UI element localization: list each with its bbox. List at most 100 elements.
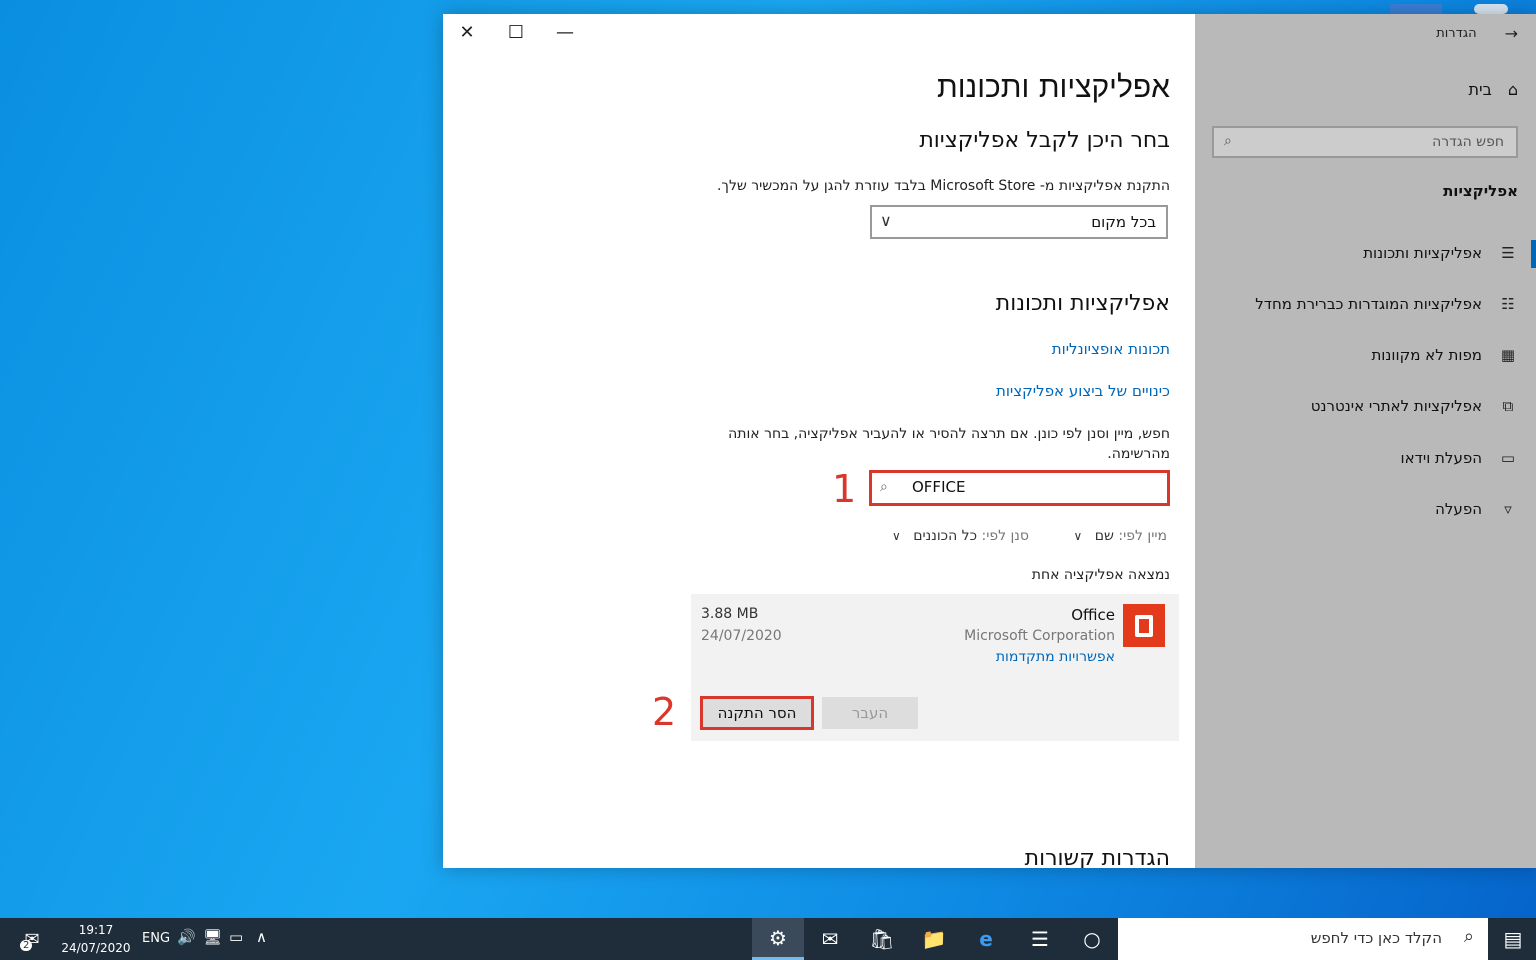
language-indicator[interactable]: ENG [142,931,170,946]
search-icon: ⌕ [1463,926,1474,947]
volume-icon[interactable]: 🔊 [177,928,196,946]
sidebar-item-default-apps[interactable]: ☷ אפליקציות המוגדרות כברירת מחדל [1255,295,1518,313]
nav-pane: → הגדרות ⌂ בית חפש הגדרה ⌕ אפליקציות ☰ א… [1195,14,1536,868]
default-apps-icon: ☷ [1501,295,1515,313]
minimize-button[interactable]: — [550,20,580,44]
folder-icon: 📁 [921,927,947,951]
home-icon: ⌂ [1507,80,1518,99]
results-count: נמצאה אפליקציה אחת [1031,567,1170,583]
desktop-window-edge [1474,4,1508,14]
app-publisher: Microsoft Corporation [964,628,1115,644]
taskbar-settings[interactable]: ⚙ [752,918,804,960]
battery-icon[interactable]: ▭ [229,928,243,946]
settings-label: הגדרות [1436,26,1477,41]
gear-icon: ⚙ [769,925,787,950]
cortana-icon: ○ [1083,927,1101,951]
app-name: Office [1071,606,1115,624]
taskbar-file-explorer[interactable]: 📁 [908,918,960,960]
search-icon: ⌕ [880,479,888,495]
mail-icon: ✉ [821,927,839,951]
settings-search-input[interactable]: חפש הגדרה ⌕ [1212,126,1518,158]
dropdown-value: בכל מקום [1091,213,1156,231]
chevron-down-icon: ∨ [1073,529,1083,543]
windows-icon: ▤ [1503,927,1523,951]
move-button[interactable]: העבר [822,697,918,729]
apps-list-icon: ☰ [1501,244,1515,262]
chevron-down-icon: ∨ [880,211,892,230]
choose-source-dropdown[interactable]: בכל מקום ∨ [870,205,1168,239]
taskbar-search-placeholder: הקלד כאן כדי לחפש [1310,929,1442,947]
app-search-input[interactable]: ⌕ OFFICE [869,470,1170,506]
task-view-button[interactable]: ☰ [1014,918,1066,960]
store-icon: 🛍 [869,927,895,951]
advanced-options-link[interactable]: אפשרויות מתקדמות [996,649,1115,665]
start-button[interactable]: ▤ [1490,918,1536,960]
choose-description: התקנת אפליקציות מ- Microsoft Store בלבד … [716,178,1170,194]
app-execution-aliases-link[interactable]: כינויים של ביצוע אפליקציות [996,382,1170,400]
search-description: חפש, מיין וסנן לפי כונן. אם תרצה להסיר א… [728,426,1170,462]
minimize-icon: — [556,21,574,43]
clock[interactable]: 19:17 24/07/2020 [56,921,136,957]
web-apps-icon: ⧉ [1502,397,1514,415]
related-settings-heading: הגדרות קשורות [1024,846,1170,868]
back-arrow-icon[interactable]: → [1505,24,1518,43]
filter-dropdown[interactable]: סנן לפי: כל הכוננים ∨ [892,528,1029,544]
sidebar-item-label: הפעלת וידאו [1400,449,1482,467]
taskbar-edge[interactable]: e [960,918,1012,960]
maximize-icon: ☐ [507,21,525,43]
sidebar-item-video-playback[interactable]: ▭ הפעלת וידאו [1401,449,1518,467]
sidebar-item-label: הפעלה [1435,500,1482,518]
clock-time: 19:17 [78,923,114,937]
content-pane: ✕ ☐ — אפליקציות ותכונות בחר היכן לקבל אפ… [443,14,1195,868]
choose-heading: בחר היכן לקבל אפליקציות [919,128,1170,153]
taskbar-search-box[interactable]: הקלד כאן כדי לחפש ⌕ [1118,918,1488,960]
filter-label: סנן לפי: [981,528,1029,544]
sidebar-item-label: אפליקציות המוגדרות כברירת מחדל [1255,295,1482,313]
sidebar-item-label: אפליקציות ותכונות [1363,244,1482,262]
sort-dropdown[interactable]: מיין לפי: שם ∨ [1073,528,1167,544]
search-value: OFFICE [912,478,966,496]
sidebar-item-offline-maps[interactable]: ▦ מפות לא מקוונות [1371,346,1518,364]
video-icon: ▭ [1500,449,1516,467]
nav-home[interactable]: ⌂ בית [1469,80,1519,99]
office-app-icon [1123,604,1165,647]
uninstall-button[interactable]: הסר התקנה [700,696,814,730]
startup-icon: ▿ [1504,500,1512,518]
sidebar-item-label: מפות לא מקוונות [1371,346,1482,364]
settings-window: ✕ ☐ — אפליקציות ותכונות בחר היכן לקבל אפ… [443,14,1536,868]
sidebar-item-web-apps[interactable]: ⧉ אפליקציות לאתרי אינטרנט [1311,397,1518,415]
app-install-date: 24/07/2020 [701,628,782,644]
map-icon: ▦ [1500,346,1516,364]
nav-header: → הגדרות [1436,24,1518,43]
chevron-down-icon: ∨ [891,529,901,543]
optional-features-link[interactable]: תכונות אופציונליות [1052,340,1170,358]
sort-value: שם [1094,528,1114,544]
nav-selected-indicator [1531,240,1536,268]
filter-value: כל הכוננים [913,528,978,544]
taskbar-mail[interactable]: ✉ [804,918,856,960]
edge-icon: e [979,927,993,951]
taskbar: ✉ 2 19:17 24/07/2020 ENG 🔊 🖥 ▭ ∧ ⚙ ✉ 🛍 📁… [0,918,1536,960]
sidebar-item-startup[interactable]: ▿ הפעלה [1435,500,1518,518]
action-center-button[interactable]: ✉ [10,918,54,960]
clock-date: 24/07/2020 [61,941,131,955]
desktop-window-edge [1390,4,1442,14]
close-icon: ✕ [459,21,475,43]
nav-home-label: בית [1468,80,1492,99]
sidebar-item-apps-features[interactable]: ☰ אפליקציות ותכונות [1363,244,1518,262]
search-icon: ⌕ [1224,133,1232,149]
sidebar-item-label: אפליקציות לאתרי אינטרנט [1310,397,1482,415]
close-button[interactable]: ✕ [452,20,482,44]
network-icon[interactable]: 🖥 [203,928,222,946]
app-size: 3.88 MB [701,606,759,622]
step-marker-1: 1 [832,467,857,511]
chevron-up-icon[interactable]: ∧ [256,928,267,946]
cortana-button[interactable]: ○ [1066,918,1118,960]
maximize-button[interactable]: ☐ [501,20,531,44]
taskbar-store[interactable]: 🛍 [856,918,908,960]
step-marker-2: 2 [652,690,677,734]
nav-section-title: אפליקציות [1443,182,1518,200]
settings-search-placeholder: חפש הגדרה [1432,134,1504,150]
task-view-icon: ☰ [1031,927,1049,951]
sort-label: מיין לפי: [1118,528,1167,544]
